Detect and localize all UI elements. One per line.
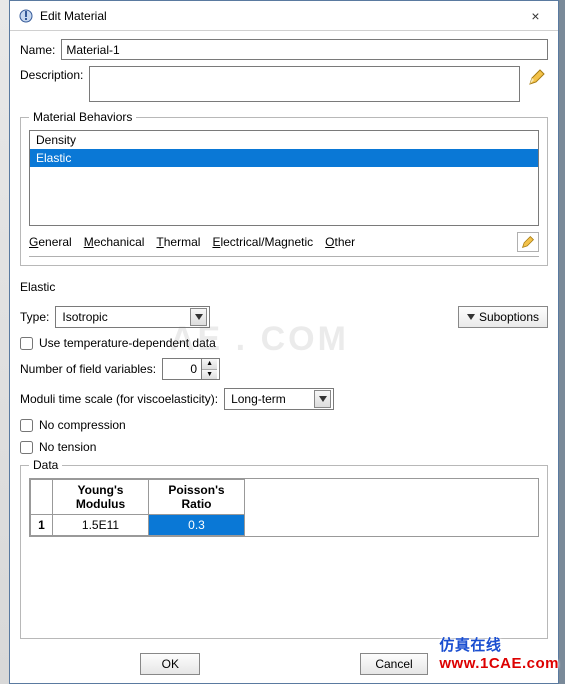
pencil-icon [521,235,535,249]
data-group: Data Young'sModulus Poisson'sRatio 1 1.5… [20,458,548,639]
moduli-label: Moduli time scale (for viscoelasticity): [20,392,218,406]
type-value: Isotropic [62,310,184,324]
name-label: Name: [20,43,55,57]
pencil-icon [528,68,546,86]
close-icon: × [531,8,539,24]
name-input[interactable] [61,39,548,60]
spinner-buttons[interactable]: ▲ ▼ [201,359,217,379]
no-tension-checkbox[interactable]: No tension [20,440,548,454]
moduli-value: Long-term [231,392,308,406]
elastic-heading: Elastic [20,280,548,294]
data-legend: Data [29,458,62,472]
table-row[interactable]: 1 1.5E11 0.3 [31,515,245,536]
menu-general[interactable]: General [29,235,72,249]
dialog-footer: OK Cancel [20,645,548,679]
menu-thermal[interactable]: Thermal [156,235,200,249]
description-label: Description: [20,66,83,82]
close-button[interactable]: × [513,1,558,30]
material-behaviors-group: Material Behaviors Density Elastic Gener… [20,110,548,266]
no-compression-checkbox[interactable]: No compression [20,418,548,432]
description-row: Description: [20,66,548,102]
menu-other[interactable]: Other [325,235,355,249]
behavior-menubar: General Mechanical Thermal Electrical/Ma… [29,226,539,257]
cancel-button[interactable]: Cancel [360,653,427,675]
use-temp-checkbox[interactable]: Use temperature-dependent data [20,336,548,350]
suboptions-label: Suboptions [479,310,539,324]
chevron-down-icon [190,308,207,326]
name-row: Name: [20,39,548,60]
field-vars-spinner[interactable]: ▲ ▼ [162,358,220,380]
spinner-up-icon[interactable]: ▲ [202,359,217,370]
cell-youngs-modulus[interactable]: 1.5E11 [53,515,149,536]
no-compression-label: No compression [39,418,126,432]
col-poissons-ratio[interactable]: Poisson'sRatio [149,480,245,515]
edit-behaviors-button[interactable] [517,232,539,252]
app-icon [18,8,34,24]
col-youngs-modulus[interactable]: Young'sModulus [53,480,149,515]
behaviors-list[interactable]: Density Elastic [29,130,539,226]
type-row: Type: Isotropic Suboptions [20,306,548,328]
menu-mechanical[interactable]: Mechanical [84,235,145,249]
window-title: Edit Material [40,9,513,23]
field-vars-input[interactable] [163,359,201,379]
behavior-item-density[interactable]: Density [30,131,538,149]
type-label: Type: [20,310,49,324]
use-temp-input[interactable] [20,337,33,350]
description-input[interactable] [89,66,520,102]
field-vars-label: Number of field variables: [20,362,156,376]
moduli-row: Moduli time scale (for viscoelasticity):… [20,388,548,410]
field-vars-row: Number of field variables: ▲ ▼ [20,358,548,380]
chevron-down-icon [314,390,331,408]
no-tension-input[interactable] [20,441,33,454]
edit-material-dialog: Edit Material × Name: Description: Mater… [9,0,559,684]
suboptions-button[interactable]: Suboptions [458,306,548,328]
material-behaviors-legend: Material Behaviors [29,110,136,124]
type-select[interactable]: Isotropic [55,306,210,328]
no-compression-input[interactable] [20,419,33,432]
behavior-item-elastic[interactable]: Elastic [30,149,538,167]
triangle-down-icon [467,314,475,320]
dialog-body: Name: Description: Material Behaviors De… [10,31,558,683]
ok-button[interactable]: OK [140,653,200,675]
data-table[interactable]: Young'sModulus Poisson'sRatio 1 1.5E11 0… [30,479,245,536]
table-header-row: Young'sModulus Poisson'sRatio [31,480,245,515]
cell-poissons-ratio[interactable]: 0.3 [149,515,245,536]
spinner-down-icon[interactable]: ▼ [202,370,217,380]
row-index[interactable]: 1 [31,515,53,536]
app-left-strip [0,0,9,684]
edit-description-button[interactable] [526,66,548,88]
titlebar[interactable]: Edit Material × [10,1,558,31]
no-tension-label: No tension [39,440,96,454]
data-table-wrap: Young'sModulus Poisson'sRatio 1 1.5E11 0… [29,478,539,537]
menu-electrical[interactable]: Electrical/Magnetic [212,235,313,249]
use-temp-label: Use temperature-dependent data [39,336,216,350]
corner-cell [31,480,53,515]
moduli-select[interactable]: Long-term [224,388,334,410]
